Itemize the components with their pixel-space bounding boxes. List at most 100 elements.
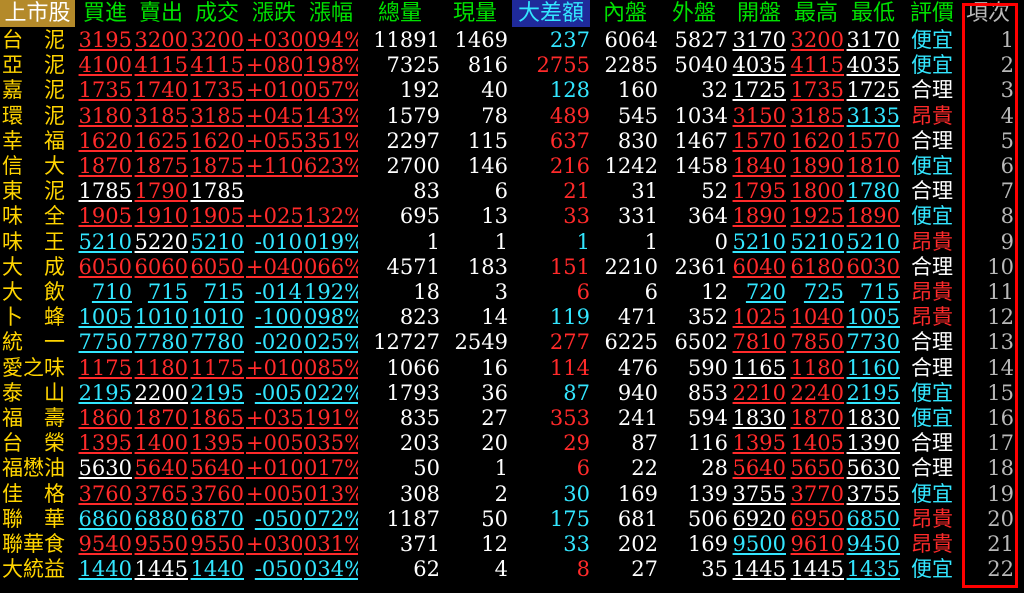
stock-name[interactable]: 嘉 泥 [0,78,76,103]
table-row[interactable]: 台 榮139514001395+005035%20320298711613951… [0,431,1024,456]
header-bid[interactable]: 買進 [78,0,132,27]
table-row[interactable]: 卜 蜂100510101010-100098%82314119471352102… [0,305,1024,330]
bid-cell: 1005 [78,305,132,330]
table-row[interactable]: 幸 福162016251620+055351%22971156378301467… [0,129,1024,154]
header-outer[interactable]: 外盤 [660,0,728,27]
header-index[interactable]: 項次 [962,0,1014,27]
low-cell: 1390 [846,431,900,456]
table-row[interactable]: 大 成605060606050+040066%45711831512210236… [0,255,1024,280]
ask-cell: 5640 [134,456,188,481]
stock-name[interactable]: 幸 福 [0,129,76,154]
table-row[interactable]: 聯華食954095509550+030031%37112332021699500… [0,532,1024,557]
index-cell: 19 [987,481,1014,506]
open-cell: 5640 [732,456,786,481]
stock-name[interactable]: 味 王 [0,230,76,255]
table-row[interactable]: 佳 格376037653760+005013%30823016913937553… [0,482,1024,507]
last-cell: 6870 [190,506,244,531]
stock-name[interactable]: 卜 蜂 [0,305,76,330]
inner-cell: 202 [617,532,658,556]
stock-name[interactable]: 聯華食 [0,532,76,557]
current-volume-cell: 20 [481,431,508,456]
stock-name[interactable]: 大統益 [0,557,76,582]
big-diff-cell: 175 [549,506,590,531]
table-row[interactable]: 味 全190519101905+025132%69513333313641890… [0,204,1024,229]
header-open[interactable]: 開盤 [732,0,786,27]
stock-name[interactable]: 統 一 [0,330,76,355]
bid-cell: 3195 [78,28,132,52]
last-cell: 3200 [190,28,244,52]
evaluation-cell: 便宜 [911,53,953,78]
header-big-diff[interactable]: 大差額 [512,0,590,27]
total-volume-cell: 4571 [386,254,440,279]
ask-cell: 1870 [134,406,188,430]
table-row[interactable]: 統 一775077807780-020025%12727254927762256… [0,330,1024,355]
ask-cell: 4115 [134,53,188,78]
header-inner[interactable]: 內盤 [592,0,658,27]
stock-name[interactable]: 聯 華 [0,507,76,532]
big-diff-cell: 114 [549,355,590,380]
table-row[interactable]: 愛之味117511801175+010085%10661611447659011… [0,356,1024,381]
header-high[interactable]: 最高 [788,0,844,27]
stock-name[interactable]: 泰 山 [0,381,76,406]
header-low[interactable]: 最低 [846,0,900,27]
outer-cell: 2361 [674,254,728,279]
low-cell: 715 [859,280,900,304]
evaluation-cell: 昂貴 [911,103,953,128]
big-diff-cell: 128 [549,78,590,103]
table-row[interactable]: 大統益144014451440-050034%62482735144514451… [0,557,1024,582]
header-current-volume[interactable]: 現量 [442,0,508,27]
stock-name[interactable]: 大 飲 [0,280,76,305]
stock-name[interactable]: 亞 泥 [0,53,76,78]
evaluation-cell: 合理 [911,355,953,380]
inner-cell: 27 [631,557,658,582]
stock-name[interactable]: 味 全 [0,204,76,229]
stock-name[interactable]: 台 泥 [0,28,76,53]
evaluation-cell: 合理 [911,179,953,204]
table-row[interactable]: 聯 華686068806870-050072%11875017568150669… [0,507,1024,532]
table-row[interactable]: 福 壽186018701865+035191%83527353241594183… [0,406,1024,431]
index-cell: 17 [987,431,1014,456]
stock-name[interactable]: 福 壽 [0,406,76,431]
stock-name[interactable]: 東 泥 [0,179,76,204]
bid-cell: 1735 [78,78,132,103]
change-pct-cell: 019% [304,229,358,254]
table-row[interactable]: 大 飲 710 715 715 -014192% 18 3 6 6 12 720 725 715 昂貴 11 [0,280,1024,305]
market-label[interactable]: 上市股 [0,0,75,27]
table-row[interactable]: 泰 山219522002195-005022%17933687940853221… [0,381,1024,406]
high-cell: 5650 [790,456,844,481]
big-diff-cell: 119 [549,305,590,330]
header-evaluation[interactable]: 評價 [904,0,960,27]
stock-name[interactable]: 信 大 [0,154,76,179]
change-cell: +010 [246,355,302,380]
current-volume-cell: 6 [494,179,508,204]
header-total-volume[interactable]: 總量 [360,0,440,27]
table-row[interactable]: 亞 泥410041154115+080198%73258162755228550… [0,53,1024,78]
evaluation-cell: 便宜 [911,28,953,52]
big-diff-cell: 237 [549,28,590,52]
last-cell: 3185 [190,103,244,128]
high-cell: 3185 [790,103,844,128]
open-cell: 1830 [732,406,786,430]
total-volume-cell: 2297 [386,128,440,153]
table-row[interactable]: 東 泥 1785 1790 1785 83 6 21 31 52 1795 1800 1780 合理 7 [0,179,1024,204]
high-cell: 2240 [790,380,844,405]
table-row[interactable]: 信 大187018751875+110623%27001462161242145… [0,154,1024,179]
header-ask[interactable]: 賣出 [134,0,188,27]
stock-name[interactable]: 福懋油 [0,456,76,481]
header-change-pct[interactable]: 漲幅 [304,0,358,27]
table-row[interactable]: 環 泥318031853185+045143%15797848954510343… [0,104,1024,129]
table-row[interactable]: 台 泥319532003200+030094%11891146923760645… [0,28,1024,53]
outer-cell: 32 [701,78,728,103]
stock-name[interactable]: 愛之味 [0,356,76,381]
stock-name[interactable]: 台 榮 [0,431,76,456]
table-row[interactable]: 嘉 泥173517401735+010057%19240128160321725… [0,78,1024,103]
stock-name[interactable]: 大 成 [0,255,76,280]
header-change[interactable]: 漲跌 [246,0,302,27]
header-last[interactable]: 成交 [190,0,244,27]
stock-name[interactable]: 佳 格 [0,482,76,507]
table-row[interactable]: 味 王521052205210-010019%11110521052105210… [0,230,1024,255]
total-volume-cell: 823 [399,305,440,330]
table-row[interactable]: 福懋油563056405640+010017%50162228564056505… [0,456,1024,481]
stock-name[interactable]: 環 泥 [0,104,76,129]
total-volume-cell: 1066 [386,355,440,380]
